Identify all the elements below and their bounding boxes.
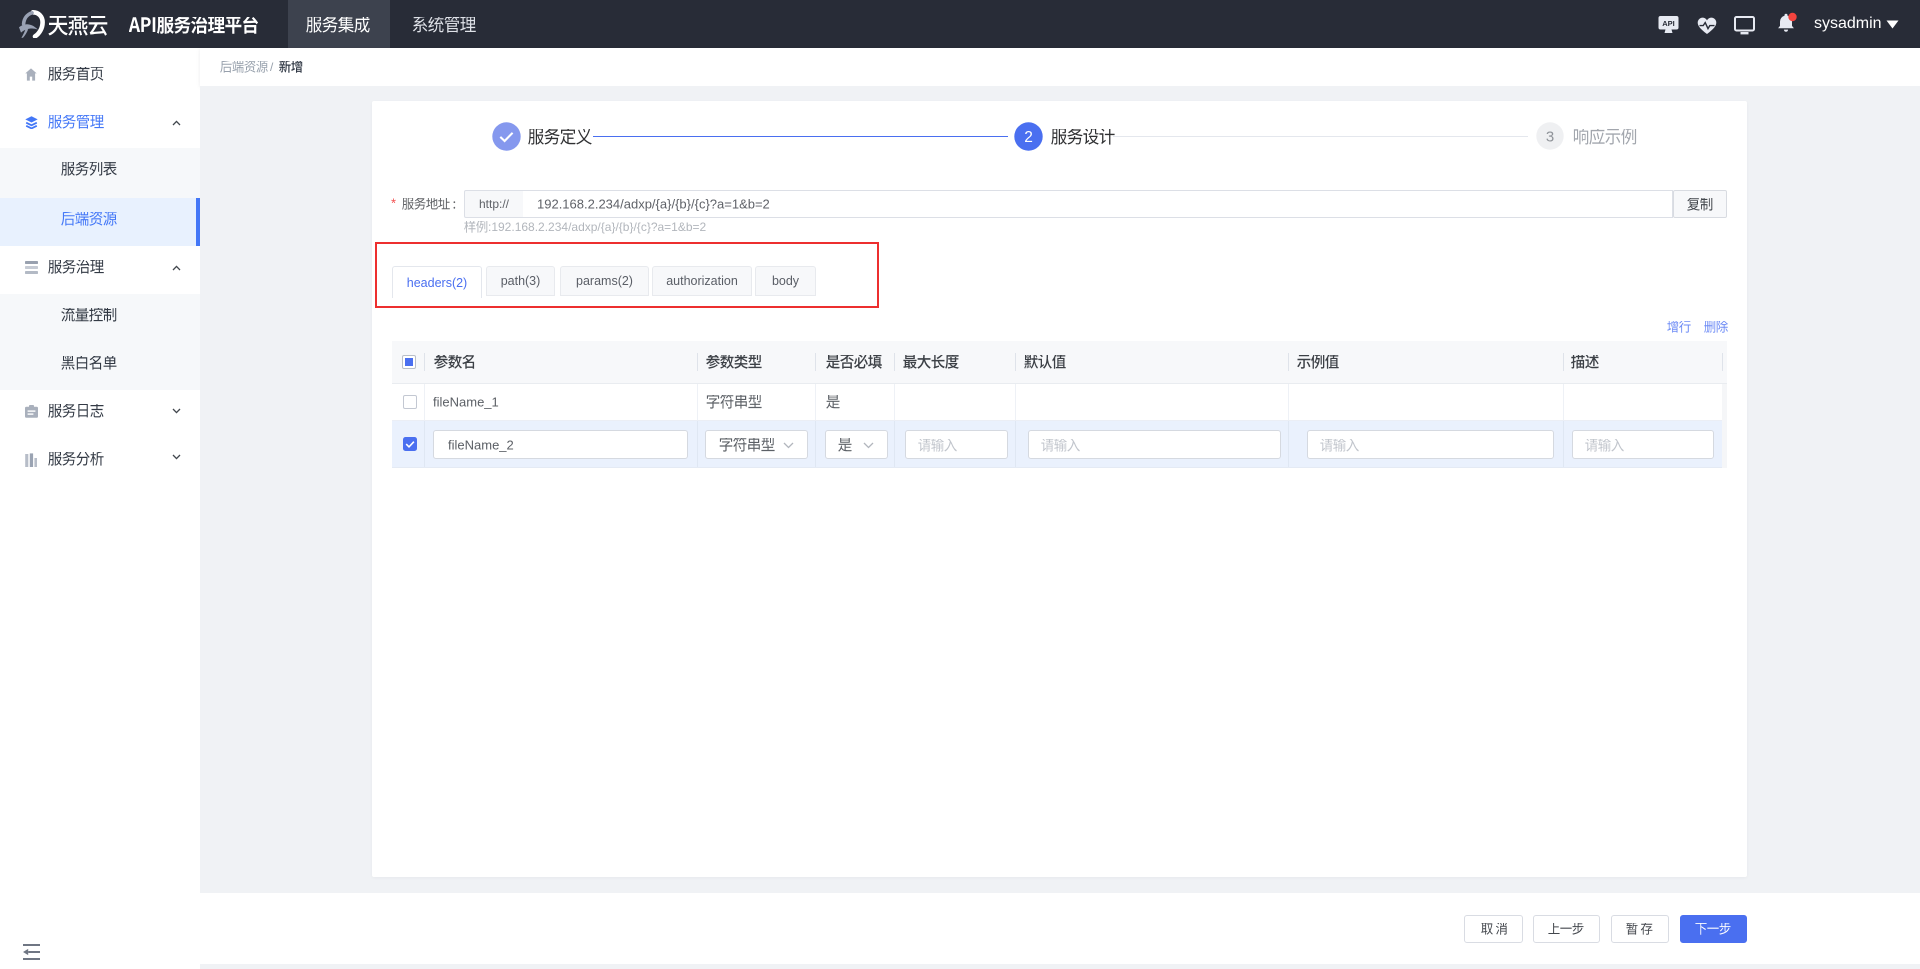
svg-text:2: 2 xyxy=(1024,129,1033,146)
svg-text:API: API xyxy=(1662,19,1675,28)
svg-text:3: 3 xyxy=(1545,128,1553,145)
